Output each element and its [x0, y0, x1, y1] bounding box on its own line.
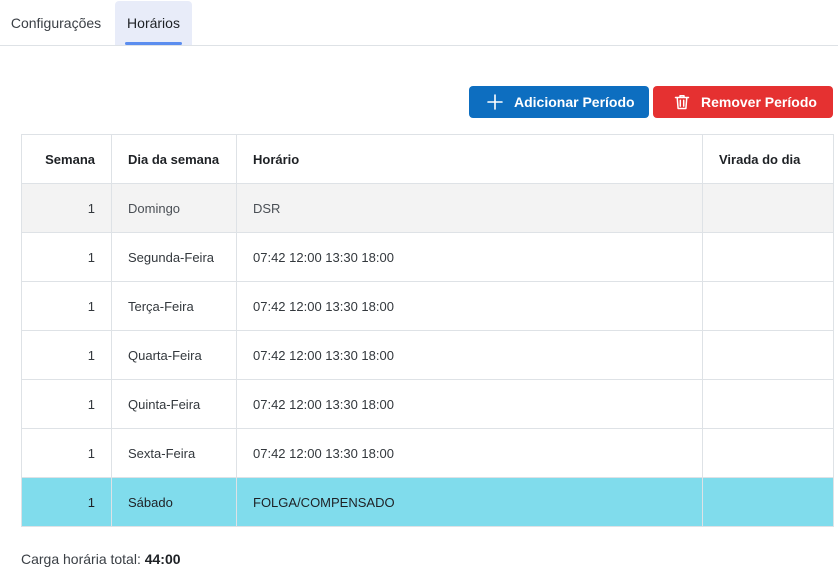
remove-period-button[interactable]: Remover Período: [653, 86, 833, 118]
table-row[interactable]: 1 Segunda-Feira 07:42 12:00 13:30 18:00: [21, 232, 834, 282]
add-period-label: Adicionar Período: [514, 94, 635, 110]
cell-horario: 07:42 12:00 13:30 18:00: [236, 428, 703, 478]
tab-horarios[interactable]: Horários: [115, 1, 192, 45]
header-dia-da-semana[interactable]: Dia da semana: [111, 134, 237, 184]
cell-dia: Domingo: [111, 183, 237, 233]
cell-semana: 1: [21, 183, 112, 233]
cell-virada: [702, 428, 834, 478]
cell-dia: Sexta-Feira: [111, 428, 237, 478]
table-row-selected[interactable]: 1 Sábado FOLGA/COMPENSADO: [21, 477, 834, 527]
cell-semana: 1: [21, 281, 112, 331]
cell-horario: DSR: [236, 183, 703, 233]
cell-semana: 1: [21, 477, 112, 527]
table-row[interactable]: 1 Terça-Feira 07:42 12:00 13:30 18:00: [21, 281, 834, 331]
plus-icon: [486, 93, 504, 111]
cell-dia: Segunda-Feira: [111, 232, 237, 282]
tab-configuracoes[interactable]: Configurações: [0, 1, 112, 45]
cell-virada: [702, 232, 834, 282]
table-row[interactable]: 1 Quarta-Feira 07:42 12:00 13:30 18:00: [21, 330, 834, 380]
cell-dia: Quarta-Feira: [111, 330, 237, 380]
tab-configuracoes-label: Configurações: [10, 15, 102, 31]
cell-semana: 1: [21, 330, 112, 380]
cell-virada: [702, 477, 834, 527]
cell-virada: [702, 379, 834, 429]
total-workload: Carga horária total: 44:00: [21, 551, 181, 567]
cell-horario: 07:42 12:00 13:30 18:00: [236, 330, 703, 380]
cell-virada: [702, 281, 834, 331]
table-row[interactable]: 1 Domingo DSR: [21, 183, 834, 233]
header-horario[interactable]: Horário: [236, 134, 703, 184]
cell-semana: 1: [21, 379, 112, 429]
trash-icon: [673, 93, 691, 111]
table-row[interactable]: 1 Quinta-Feira 07:42 12:00 13:30 18:00: [21, 379, 834, 429]
tab-horarios-label: Horários: [127, 15, 180, 31]
cell-semana: 1: [21, 232, 112, 282]
cell-horario: 07:42 12:00 13:30 18:00: [236, 379, 703, 429]
add-period-button[interactable]: Adicionar Período: [469, 86, 649, 118]
table-row[interactable]: 1 Sexta-Feira 07:42 12:00 13:30 18:00: [21, 428, 834, 478]
active-tab-indicator: [125, 42, 182, 45]
cell-horario: 07:42 12:00 13:30 18:00: [236, 232, 703, 282]
tab-bar: Configurações Horários: [0, 0, 838, 46]
header-semana[interactable]: Semana: [21, 134, 112, 184]
table-header-row: Semana Dia da semana Horário Virada do d…: [21, 134, 834, 184]
cell-virada: [702, 183, 834, 233]
cell-horario: 07:42 12:00 13:30 18:00: [236, 281, 703, 331]
cell-dia: Quinta-Feira: [111, 379, 237, 429]
cell-dia: Sábado: [111, 477, 237, 527]
total-workload-value: 44:00: [144, 551, 181, 567]
total-workload-label: Carga horária total:: [21, 551, 141, 567]
schedule-table: Semana Dia da semana Horário Virada do d…: [21, 134, 834, 527]
cell-horario: FOLGA/COMPENSADO: [236, 477, 703, 527]
remove-period-label: Remover Período: [701, 94, 817, 110]
cell-dia: Terça-Feira: [111, 281, 237, 331]
header-virada-do-dia[interactable]: Virada do dia: [702, 134, 834, 184]
cell-semana: 1: [21, 428, 112, 478]
cell-virada: [702, 330, 834, 380]
